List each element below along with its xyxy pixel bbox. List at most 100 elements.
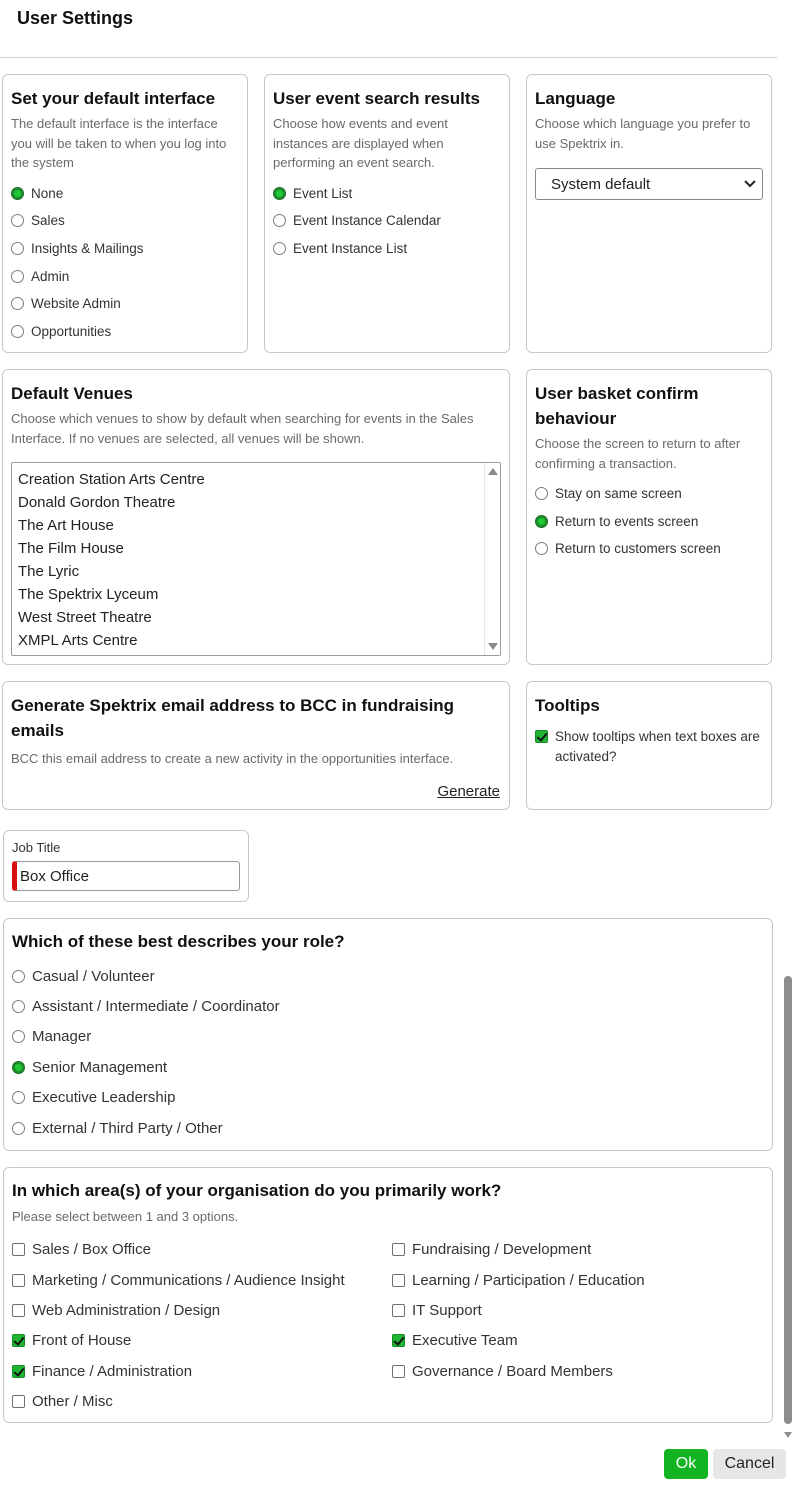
role-option[interactable]: Executive Leadership [12,1083,764,1113]
basket-option[interactable]: Return to customers screen [535,535,763,563]
venues-listbox[interactable]: Creation Station Arts Centre Donald Gord… [11,462,501,656]
venue-list-item[interactable]: Donald Gordon Theatre [18,491,500,514]
tooltips-checkbox[interactable] [535,730,548,743]
radio-button[interactable] [535,514,548,528]
language-title: Language [535,89,616,108]
venue-list-item[interactable]: The Art House [18,514,500,537]
chevron-down-icon [744,180,756,188]
event-search-card: User event search results Choose how eve… [264,74,510,353]
radio-button[interactable] [535,542,548,556]
venue-list-item[interactable]: Creation Station Arts Centre [18,468,500,491]
default-interface-option[interactable]: Admin [11,262,239,290]
default-interface-option[interactable]: Opportunities [11,317,239,345]
venue-list-item[interactable]: The Film House [18,537,500,560]
checkbox[interactable] [12,1334,25,1348]
radio-button[interactable] [11,186,24,200]
role-option[interactable]: Casual / Volunteer [12,961,764,991]
scroll-up-icon[interactable] [488,468,498,475]
default-interface-option[interactable]: Sales [11,207,239,235]
checkbox[interactable] [392,1243,405,1257]
area-option[interactable]: Learning / Participation / Education [392,1265,752,1295]
checkbox[interactable] [12,1364,25,1378]
area-option[interactable]: Governance / Board Members [392,1356,752,1386]
area-option[interactable]: IT Support [392,1295,752,1325]
event-search-option[interactable]: Event Instance List [273,235,501,263]
checkbox[interactable] [392,1303,405,1317]
checkbox[interactable] [392,1364,405,1378]
radio-button[interactable] [11,269,24,283]
default-venues-description: Choose which venues to show by default w… [11,411,474,446]
default-interface-description: The default interface is the interface y… [11,116,227,170]
radio-button[interactable] [12,1121,25,1135]
job-title-input[interactable]: Box Office [12,861,240,891]
default-interface-option[interactable]: Insights & Mailings [11,235,239,263]
checkbox[interactable] [12,1243,25,1257]
cancel-button[interactable]: Cancel [713,1449,786,1479]
radio-button[interactable] [535,487,548,501]
venues-scrollbar[interactable] [484,463,500,655]
default-interface-option[interactable]: None [11,180,239,208]
page-title: User Settings [17,8,134,28]
event-search-option[interactable]: Event Instance Calendar [273,207,501,235]
language-card: Language Choose which language you prefe… [526,74,772,353]
radio-button[interactable] [12,1000,25,1014]
area-option[interactable]: Other / Misc [12,1386,392,1416]
basket-card: User basket confirm behaviour Choose the… [526,369,772,665]
areas-card: In which area(s) of your organisation do… [3,1167,773,1423]
generate-link[interactable]: Generate [437,783,500,800]
venue-list-item[interactable]: The Lyric [18,560,500,583]
venue-list-item[interactable]: West Street Theatre [18,606,500,629]
language-select-value: System default [551,175,651,193]
bcc-description: BCC this email address to create a new a… [11,751,454,766]
area-option[interactable]: Front of House [12,1326,392,1356]
event-search-option[interactable]: Event List [273,180,501,208]
bcc-card: Generate Spektrix email address to BCC i… [2,681,510,810]
default-interface-option[interactable]: Website Admin [11,290,239,318]
basket-option[interactable]: Stay on same screen [535,480,763,508]
checkbox[interactable] [12,1303,25,1317]
venue-list-item[interactable]: The Spektrix Lyceum [18,583,500,606]
area-option[interactable]: Sales / Box Office [12,1235,392,1265]
radio-button[interactable] [273,241,286,255]
checkbox[interactable] [392,1273,405,1287]
tooltips-option[interactable]: Show tooltips when text boxes are activa… [535,727,763,767]
language-select[interactable]: System default [535,168,763,200]
area-option[interactable]: Fundraising / Development [392,1235,752,1265]
radio-button[interactable] [273,186,286,200]
checkbox[interactable] [12,1395,25,1409]
checkbox[interactable] [12,1273,25,1287]
tooltips-title: Tooltips [535,696,600,715]
ok-button[interactable]: Ok [664,1449,708,1479]
basket-options: Stay on same screen Return to events scr… [535,480,763,563]
role-option[interactable]: External / Third Party / Other [12,1113,764,1143]
areas-description: Please select between 1 and 3 options. [12,1209,239,1224]
role-option[interactable]: Assistant / Intermediate / Coordinator [12,991,764,1021]
page-scrollbar[interactable] [783,818,793,1438]
role-title: Which of these best describes your role? [12,932,345,951]
checkbox[interactable] [392,1334,405,1348]
event-search-title: User event search results [273,89,480,108]
basket-option[interactable]: Return to events screen [535,508,763,536]
role-option[interactable]: Manager [12,1022,764,1052]
area-option[interactable]: Finance / Administration [12,1356,392,1386]
scroll-down-icon[interactable] [488,643,498,650]
radio-button[interactable] [273,214,286,228]
area-option[interactable]: Web Administration / Design [12,1295,392,1325]
scroll-down-icon[interactable] [784,1432,792,1438]
radio-button[interactable] [12,969,25,983]
area-option[interactable]: Executive Team [392,1326,752,1356]
role-option[interactable]: Senior Management [12,1052,764,1082]
scrollbar-thumb[interactable] [784,976,792,1424]
radio-button[interactable] [12,1060,25,1074]
title-divider [0,57,777,58]
job-title-card: Job Title Box Office [3,830,249,902]
radio-button[interactable] [11,214,24,228]
radio-button[interactable] [12,1030,25,1044]
area-option[interactable]: Marketing / Communications / Audience In… [12,1265,392,1295]
radio-button[interactable] [11,297,24,311]
radio-button[interactable] [11,324,24,338]
venue-list-item[interactable]: XMPL Arts Centre [18,629,500,652]
radio-button[interactable] [12,1091,25,1105]
radio-button[interactable] [11,241,24,255]
job-title-label: Job Title [12,840,61,855]
